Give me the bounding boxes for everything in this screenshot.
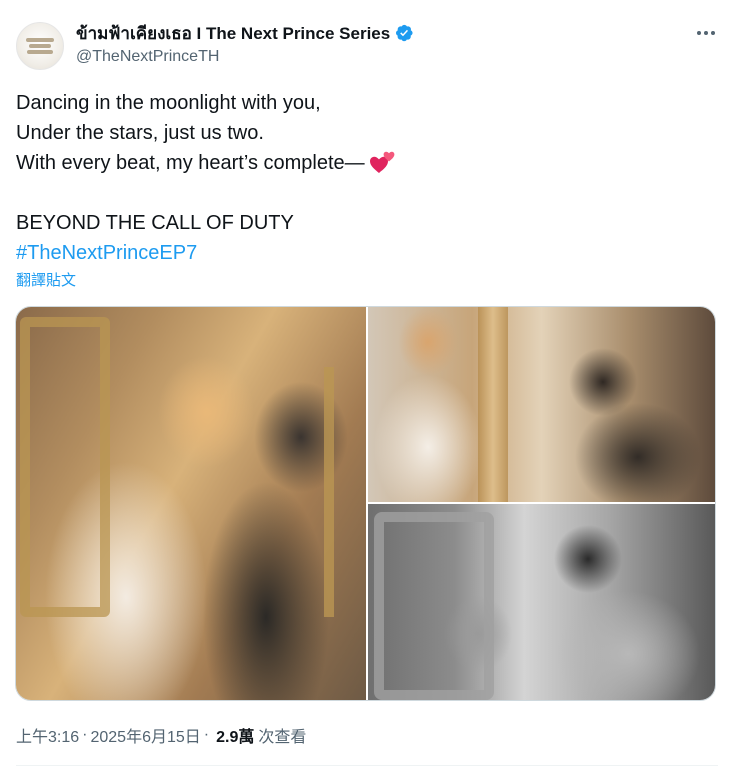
avatar[interactable] (16, 22, 64, 70)
divider (16, 765, 718, 766)
tweet-line-3: With every beat, my heart’s complete— (16, 148, 716, 178)
hashtag-link[interactable]: #TheNextPrinceEP7 (16, 238, 716, 268)
mirror-frame-decor (374, 512, 494, 700)
gold-frame-decor (324, 367, 364, 617)
media-grid (15, 306, 716, 701)
tweet-card: ข้ามฟ้าเคียงเธอ I The Next Prince Series… (0, 0, 734, 772)
more-dot-icon (704, 31, 708, 35)
name-row: ข้ามฟ้าเคียงเธอ I The Next Prince Series (76, 22, 414, 44)
gold-frame-decor (20, 317, 110, 617)
display-name[interactable]: ข้ามฟ้าเคียงเธอ I The Next Prince Series (76, 20, 390, 47)
photo-3[interactable] (368, 504, 715, 700)
account-handle[interactable]: @TheNextPrinceTH (76, 48, 219, 66)
tweet-line-1: Dancing in the moonlight with you, (16, 92, 321, 114)
more-dot-icon (711, 31, 715, 35)
meta-separator: · (203, 726, 210, 743)
tweet-line-2: Under the stars, just us two. (16, 122, 264, 144)
tweet-line-3-text: With every beat, my heart’s complete— (16, 152, 365, 174)
more-dot-icon (697, 31, 701, 35)
translate-post-link[interactable]: 翻譯貼文 (16, 269, 76, 290)
views-count[interactable]: 2.9萬 (216, 723, 254, 747)
photo-2[interactable] (368, 307, 715, 502)
tweet-date[interactable]: 2025年6月15日 (90, 723, 200, 747)
tweet-headline: BEYOND THE CALL OF DUTY (16, 212, 294, 234)
curtain-decor (478, 307, 508, 502)
verified-badge-icon (396, 24, 413, 42)
tweet-time[interactable]: 上午3:16 (16, 723, 79, 747)
account-logo-icon (24, 35, 56, 57)
tweet-meta: 上午3:16 · 2025年6月15日 · 2.9萬 次查看 (16, 723, 306, 747)
two-hearts-icon (369, 151, 395, 173)
tweet-text: Dancing in the moonlight with you, Under… (16, 88, 716, 268)
views-label: 次查看 (258, 729, 307, 746)
meta-separator: · (82, 726, 88, 743)
photo-1[interactable] (16, 307, 366, 700)
more-options-button[interactable] (692, 22, 720, 44)
